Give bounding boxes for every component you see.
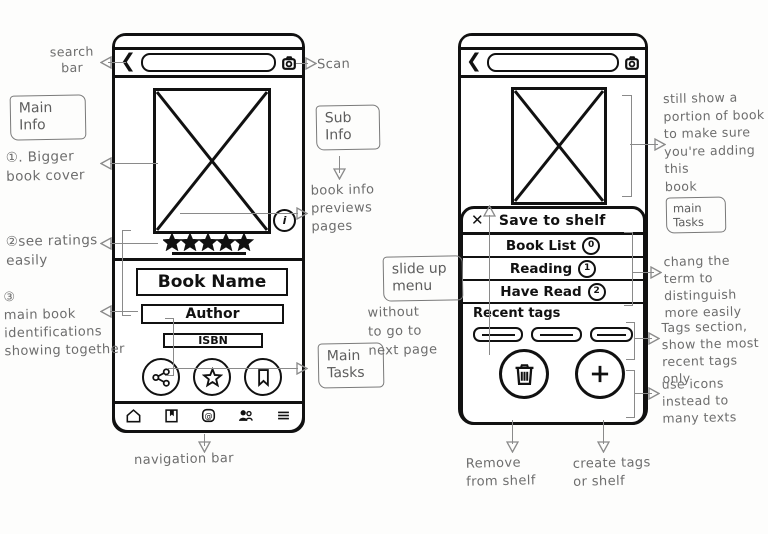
book-author-text: Author xyxy=(185,306,240,322)
bracket-main-tasks-left xyxy=(165,318,174,376)
arrowhead-note-1 xyxy=(100,157,112,170)
home-icon[interactable] xyxy=(125,407,142,428)
annotation-note-2: ②see ratings easily xyxy=(5,232,98,269)
annotation-change-term-note: chang the term to distinguish more easil… xyxy=(663,252,742,321)
bracket-tags-section xyxy=(626,322,635,360)
arrowhead-remove-from-shelf xyxy=(506,441,519,453)
shelf-label-reading: Reading xyxy=(509,260,573,277)
recent-tags-list xyxy=(473,327,633,342)
annotation-remove-from-shelf: Remove from shelf xyxy=(465,455,536,490)
arrowhead-note-2 xyxy=(100,237,112,250)
shelf-count-have-read: 2 xyxy=(587,282,606,301)
close-x-icon[interactable]: ✕ xyxy=(471,213,484,228)
arrowhead-scan xyxy=(305,57,317,70)
annotation-book-info-previews: book info previews pages xyxy=(310,182,375,235)
leader-note-1 xyxy=(110,163,158,165)
create-tag-or-shelf-button[interactable] xyxy=(575,349,625,399)
arrowhead-still-show xyxy=(654,138,666,151)
arrowhead-tags-section xyxy=(648,332,660,345)
annotation-use-icons-note: use icons instead to many texts xyxy=(661,375,737,426)
phone-notch-right xyxy=(461,36,645,50)
at-circle-icon[interactable]: @ xyxy=(200,407,217,428)
sheet-title: Save to shelf xyxy=(498,212,606,229)
annotation-slide-up-note: without to go to next page xyxy=(367,304,438,359)
annotation-navigation-bar: navigation bar xyxy=(133,450,235,469)
leader-slide-up xyxy=(489,215,491,355)
bottom-navigation-bar[interactable]: @ xyxy=(112,401,305,433)
sketch-canvas: ❮ i Book Name Author ISBN @ ❮ ✕ Save to … xyxy=(0,0,768,534)
arrowhead-change-term xyxy=(650,266,662,279)
library-book-icon[interactable] xyxy=(163,407,180,428)
arrowhead-slide-up xyxy=(483,205,496,217)
camera-scan-icon[interactable] xyxy=(281,55,297,71)
annotation-slide-up-menu-box: slide up menu xyxy=(382,255,464,302)
leader-book-info-previews xyxy=(180,213,298,215)
search-input-right[interactable] xyxy=(486,53,619,72)
bracket-cover-portion xyxy=(622,95,632,197)
right-topbar: ❮ xyxy=(461,50,645,78)
share-icon[interactable] xyxy=(142,358,180,396)
star-icon[interactable] xyxy=(193,358,231,396)
annotation-create-tags-or-shelf: create tags or shelf xyxy=(572,455,651,490)
arrowhead-use-icons xyxy=(648,387,660,400)
book-cover-placeholder-right xyxy=(511,87,607,205)
shelf-label-have-read: Have Read xyxy=(500,283,582,300)
bracket-shelf-rows xyxy=(624,232,633,306)
right-phone-mockup: ❮ ✕ Save to shelf Book List 0 Reading 1 … xyxy=(458,33,648,425)
leader-main-tasks-left xyxy=(168,368,298,370)
bracket-action-buttons xyxy=(626,370,635,418)
phone-notch-left xyxy=(115,36,302,50)
left-phone-mockup: ❮ i Book Name Author ISBN @ xyxy=(112,33,305,433)
trash-icon xyxy=(515,363,533,385)
left-topbar: ❮ xyxy=(115,50,302,78)
annotation-main-tasks-box-right: main Tasks xyxy=(665,196,727,234)
recent-tags-title: Recent tags xyxy=(473,306,561,321)
bookmark-icon[interactable] xyxy=(244,358,282,396)
search-input[interactable] xyxy=(140,53,276,72)
annotation-scan: Scan xyxy=(316,56,351,73)
book-isbn-text: ISBN xyxy=(198,334,228,347)
annotation-note-1: ①. Bigger book cover xyxy=(5,148,86,185)
tag-chip[interactable] xyxy=(473,327,524,342)
plus-icon xyxy=(591,365,609,383)
rating-stars[interactable] xyxy=(163,233,255,251)
shelf-count-reading: 1 xyxy=(578,259,597,278)
arrowhead-note-3 xyxy=(100,305,112,318)
leader-note-2 xyxy=(110,243,158,245)
remove-from-shelf-button[interactable] xyxy=(499,349,549,399)
arrowhead-main-tasks-left xyxy=(296,362,308,375)
book-title-field[interactable]: Book Name xyxy=(136,268,288,296)
annotation-sub-info-box: Sub Info xyxy=(315,104,381,151)
annotation-search-bar: search bar xyxy=(49,43,94,76)
arrowhead-navigation-bar xyxy=(198,441,211,453)
arrowhead-sub-info xyxy=(333,168,346,180)
book-isbn-field[interactable]: ISBN xyxy=(163,333,263,348)
annotation-still-show-note: still show a portion of book to make sur… xyxy=(662,89,765,194)
section-divider xyxy=(112,258,305,261)
book-title-text: Book Name xyxy=(157,272,267,292)
arrowhead-create-tags xyxy=(597,441,610,453)
people-icon[interactable] xyxy=(237,407,254,428)
shelf-count-book-list: 0 xyxy=(582,236,601,255)
book-author-field[interactable]: Author xyxy=(141,304,284,324)
camera-scan-icon-right[interactable] xyxy=(624,55,640,71)
save-to-shelf-sheet: ✕ Save to shelf Book List 0 Reading 1 Ha… xyxy=(460,206,646,425)
arrowhead-book-info-previews xyxy=(296,207,308,220)
arrowhead-search-bar xyxy=(100,56,112,69)
svg-text:@: @ xyxy=(204,410,212,420)
tag-chip[interactable] xyxy=(531,327,582,342)
shelf-label-book-list: Book List xyxy=(505,237,577,254)
bracket-book-identifications xyxy=(122,230,131,316)
back-chevron-icon-right[interactable]: ❮ xyxy=(466,52,482,71)
rating-underline xyxy=(172,252,246,255)
annotation-note-3: ③ main book identifications showing toge… xyxy=(3,290,125,360)
annotation-main-info-box: Main Info xyxy=(9,94,87,141)
menu-hamburger-icon[interactable] xyxy=(275,407,292,428)
